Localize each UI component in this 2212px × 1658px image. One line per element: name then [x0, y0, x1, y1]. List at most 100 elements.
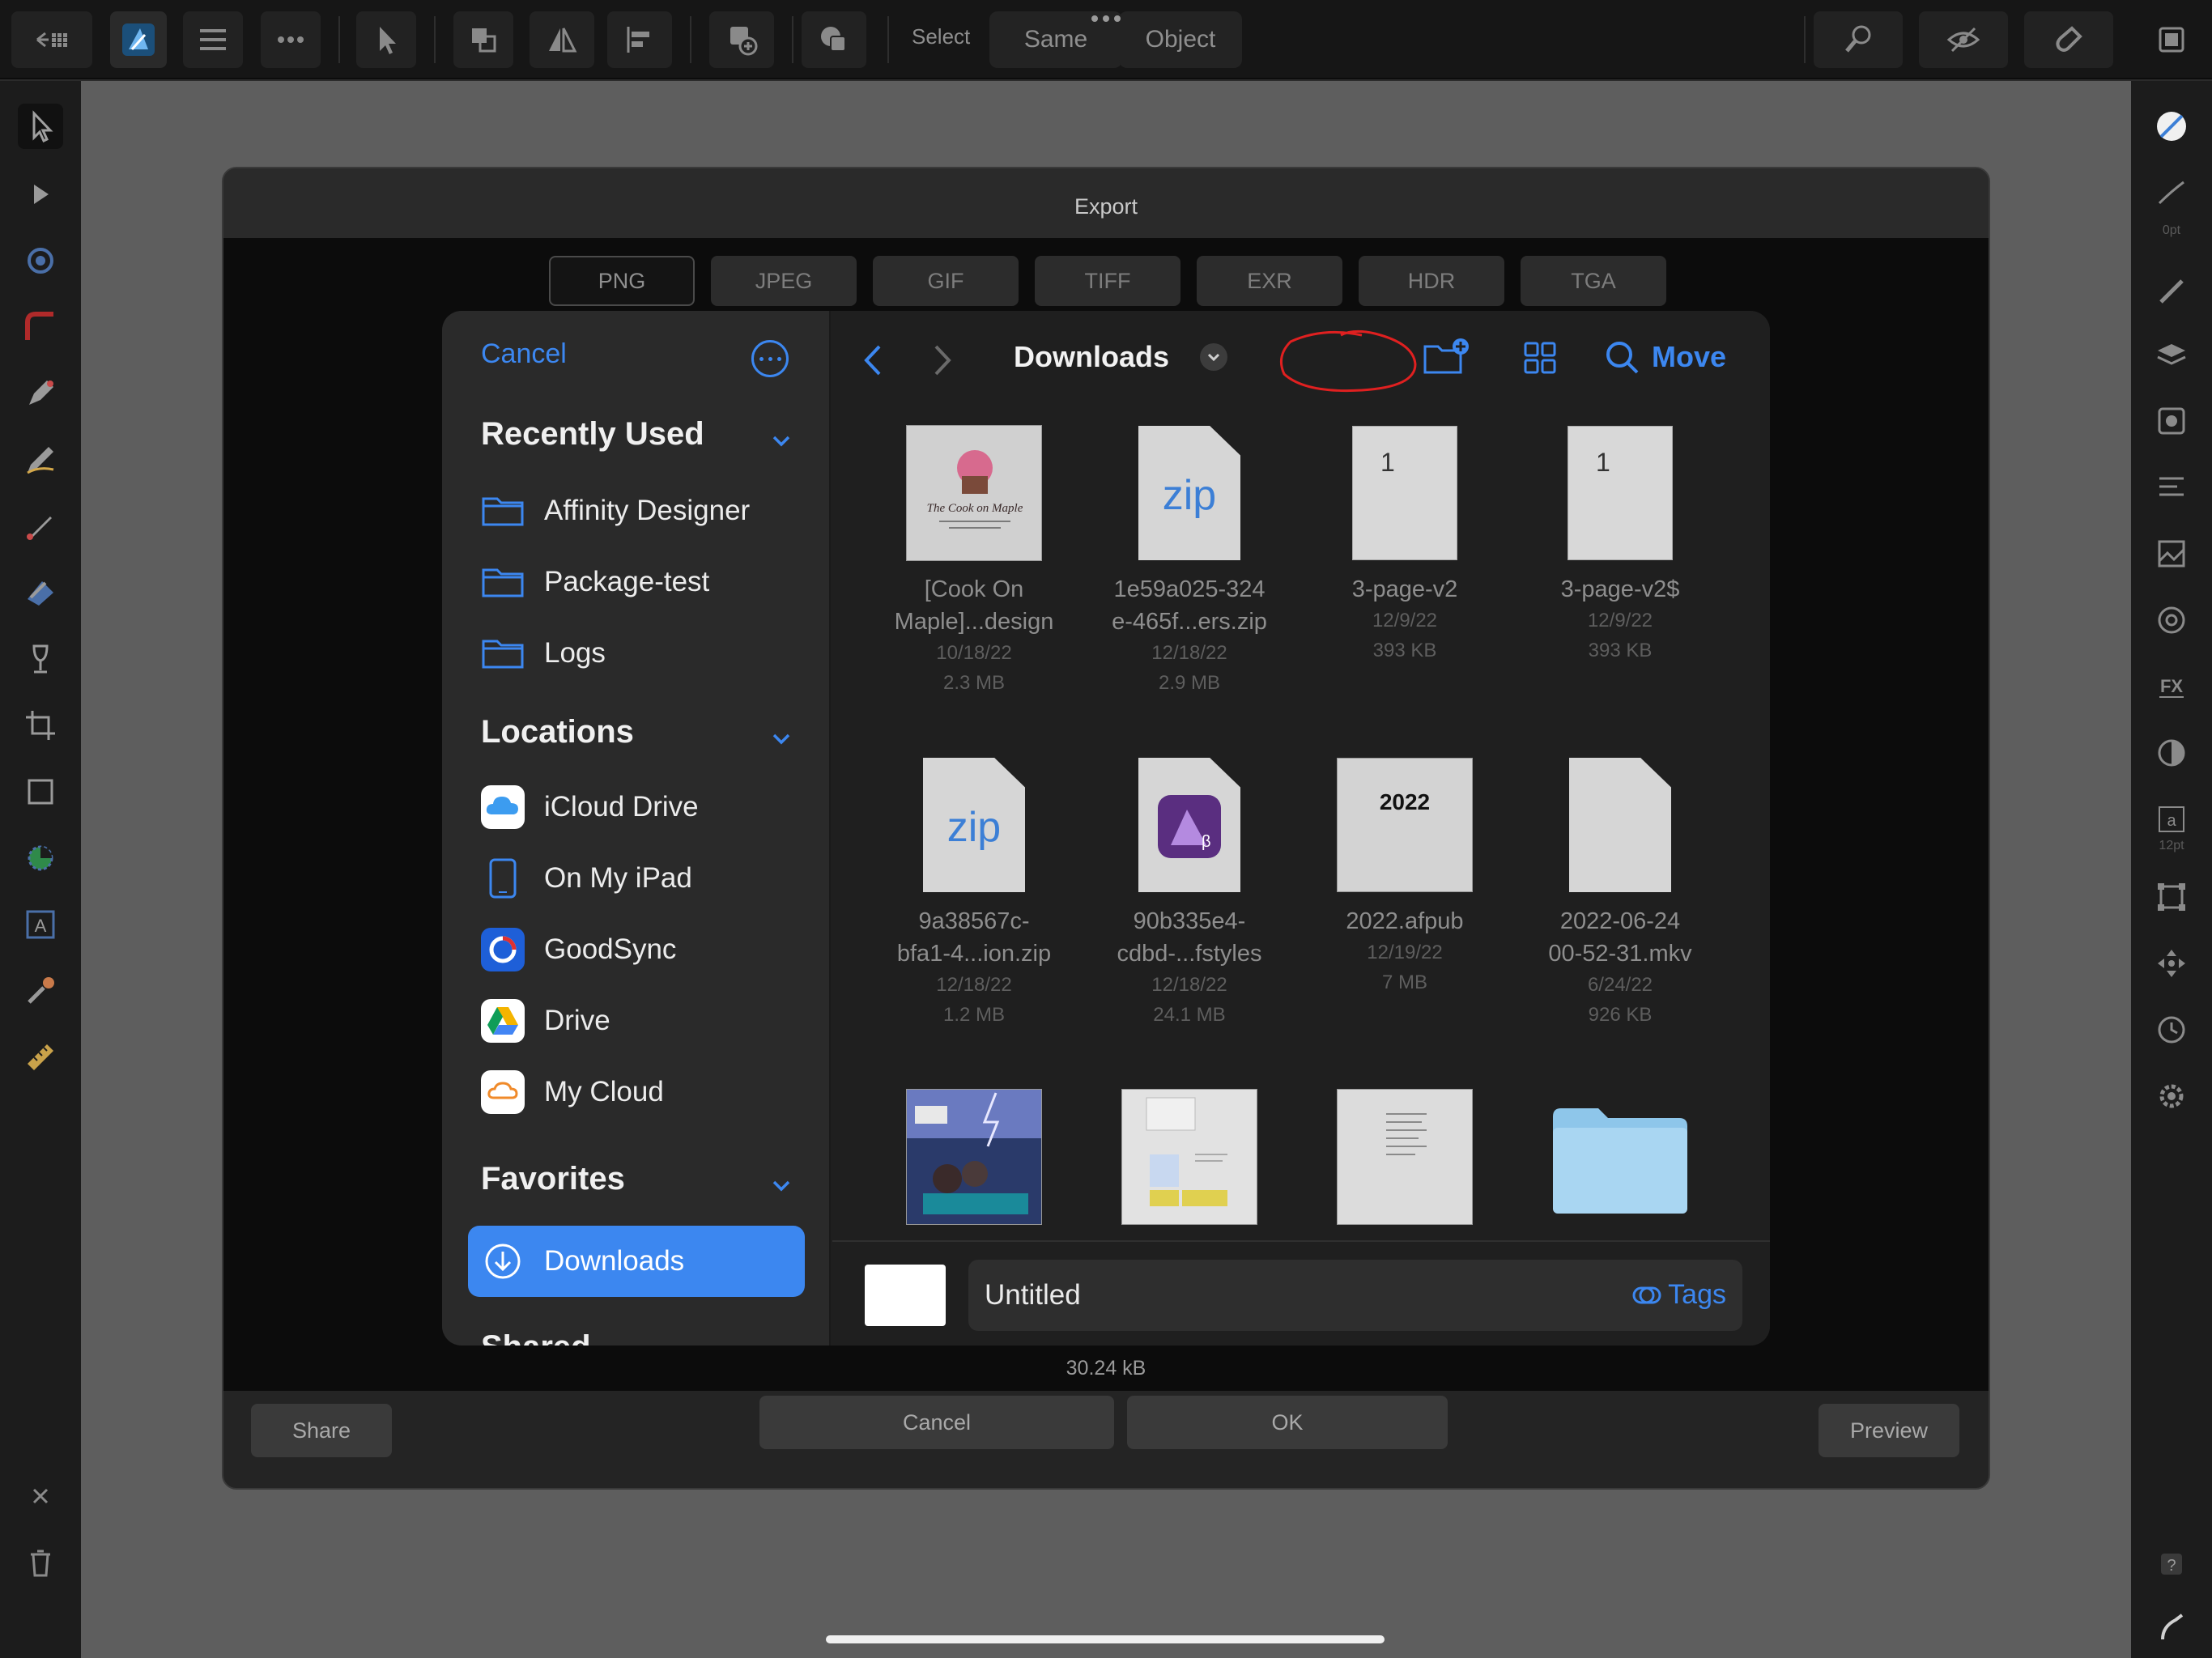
effects-studio-button[interactable] — [2150, 400, 2193, 442]
format-tab-exr[interactable]: EXR — [1197, 256, 1342, 306]
settings-studio-button[interactable] — [2150, 1075, 2193, 1117]
back-to-gallery-button[interactable] — [11, 11, 92, 68]
more-options-button[interactable] — [751, 340, 789, 377]
vector-brush-tool[interactable] — [18, 504, 63, 549]
file-item[interactable] — [1088, 1088, 1291, 1226]
file-item[interactable] — [1304, 1088, 1506, 1226]
navigator-studio-button[interactable] — [2150, 942, 2193, 984]
symbols-studio-button[interactable] — [2150, 599, 2193, 641]
add-shape-button[interactable] — [709, 11, 774, 68]
pen-tool[interactable] — [18, 371, 63, 416]
view-tool-button[interactable] — [1814, 11, 1903, 68]
picker-cancel-button[interactable]: Cancel — [481, 338, 567, 370]
search-button[interactable] — [1597, 332, 1648, 384]
file-item[interactable]: β 90b335e4- cdbd-...fstyles 12/18/22 24.1… — [1088, 756, 1291, 1030]
fx-studio-button[interactable]: FX — [2150, 664, 2193, 706]
location-menu-button[interactable] — [1200, 343, 1227, 371]
designer-persona-button[interactable] — [110, 11, 167, 68]
sidebar-item-logs[interactable]: Logs — [481, 625, 821, 682]
back-chevron-icon[interactable] — [857, 340, 889, 380]
history-studio-button[interactable] — [2150, 1009, 2193, 1051]
share-button[interactable]: Share — [251, 1404, 392, 1457]
fill-tool[interactable] — [18, 570, 63, 615]
sidebar-item-downloads[interactable]: Downloads — [468, 1226, 805, 1297]
snapping-button[interactable] — [2024, 11, 2113, 68]
recently-used-header[interactable]: Recently Used — [481, 416, 704, 453]
flip-button[interactable] — [530, 11, 594, 68]
view-mode-button[interactable] — [1919, 11, 2008, 68]
move-tool[interactable] — [18, 104, 63, 149]
node-tool[interactable] — [18, 172, 63, 217]
brushes-studio-button[interactable] — [2150, 270, 2193, 312]
move-button[interactable]: Move — [1652, 340, 1726, 374]
character-studio-button[interactable]: a — [2150, 798, 2193, 840]
brush-vector-tool[interactable] — [18, 304, 63, 350]
chevron-down-icon[interactable] — [769, 727, 793, 751]
format-tab-tga[interactable]: TGA — [1521, 256, 1666, 306]
select-object-button[interactable]: Object — [1119, 11, 1242, 68]
format-tab-gif[interactable]: GIF — [873, 256, 1019, 306]
text-styles-studio-button[interactable] — [2150, 466, 2193, 508]
format-tab-jpeg[interactable]: JPEG — [711, 256, 857, 306]
rectangle-tool[interactable] — [18, 769, 63, 814]
toolbar-handle[interactable] — [1090, 13, 1122, 23]
file-item[interactable]: The Cook on Maple [Cook On Maple]...desig… — [873, 424, 1075, 698]
color-picker-tool[interactable] — [18, 968, 63, 1014]
shared-header[interactable]: Shared — [481, 1329, 591, 1346]
boolean-button[interactable] — [802, 11, 866, 68]
menu-button[interactable] — [183, 11, 243, 68]
hand-tool-button[interactable] — [2150, 1606, 2193, 1648]
file-item[interactable]: 1 3-page-v2 12/9/22 393 KB — [1304, 424, 1506, 665]
home-indicator[interactable] — [826, 1635, 1385, 1643]
current-location-title[interactable]: Downloads — [1014, 340, 1169, 374]
arrange-button[interactable] — [453, 11, 513, 68]
crop-tool[interactable] — [18, 703, 63, 748]
preview-button[interactable]: Preview — [1819, 1404, 1959, 1457]
format-tab-tiff[interactable]: TIFF — [1035, 256, 1180, 306]
sidebar-item-package-test[interactable]: Package-test — [481, 554, 821, 610]
assets-studio-button[interactable] — [2150, 533, 2193, 575]
chevron-down-icon[interactable] — [769, 429, 793, 453]
stroke-studio-button[interactable] — [2150, 172, 2193, 214]
sidebar-item-drive[interactable]: Drive — [481, 993, 821, 1049]
file-item[interactable]: zip 9a38567c-bfa1-4...ion.zip 12/18/22 1… — [873, 756, 1075, 1030]
layers-studio-button[interactable] — [2150, 335, 2193, 377]
tags-button[interactable]: Tags — [1632, 1279, 1726, 1311]
file-item[interactable]: 2022 2022.afpub 12/19/22 7 MB — [1304, 756, 1506, 997]
file-item[interactable] — [873, 1088, 1075, 1226]
color-studio-button[interactable] — [2150, 105, 2193, 147]
new-folder-button[interactable] — [1420, 332, 1472, 384]
folder-item[interactable] — [1519, 1088, 1721, 1226]
export-cancel-button[interactable]: Cancel — [759, 1396, 1114, 1449]
measure-tool[interactable] — [18, 1035, 63, 1080]
locations-header[interactable]: Locations — [481, 714, 634, 750]
file-item[interactable]: 1 3-page-v2$ 12/9/22 393 KB — [1519, 424, 1721, 665]
forward-chevron-icon[interactable] — [926, 340, 959, 380]
adjustments-studio-button[interactable] — [2150, 732, 2193, 774]
delete-button[interactable] — [18, 1540, 63, 1585]
studio-toggle-button[interactable] — [2147, 11, 2196, 68]
format-tab-png[interactable]: PNG — [549, 256, 695, 306]
move-tool-button[interactable] — [356, 11, 416, 68]
close-context-button[interactable] — [18, 1473, 63, 1519]
help-button[interactable]: ? — [2150, 1543, 2193, 1585]
sidebar-item-affinity-designer[interactable]: Affinity Designer — [481, 483, 821, 539]
filename-field[interactable]: Untitled Tags — [968, 1260, 1742, 1331]
file-item[interactable]: zip 1e59a025-324 e-465f...ers.zip 12/18/2… — [1088, 424, 1291, 698]
favorites-header[interactable]: Favorites — [481, 1161, 625, 1197]
more-button[interactable] — [261, 11, 321, 68]
pencil-tool[interactable] — [18, 437, 63, 483]
corner-tool[interactable] — [18, 238, 63, 283]
chevron-down-icon[interactable] — [769, 1174, 793, 1198]
align-button[interactable] — [607, 11, 672, 68]
format-tab-hdr[interactable]: HDR — [1359, 256, 1504, 306]
sidebar-item-my-cloud[interactable]: My Cloud — [481, 1064, 821, 1120]
view-options-button[interactable] — [1514, 332, 1566, 384]
shape-tool[interactable] — [18, 835, 63, 881]
sidebar-item-icloud-drive[interactable]: iCloud Drive — [481, 779, 821, 835]
file-item[interactable]: 2022-06-24 00-52-31.mkv 6/24/22 926 KB — [1519, 756, 1721, 1030]
transform-studio-button[interactable] — [2150, 876, 2193, 918]
transparency-tool[interactable] — [18, 636, 63, 682]
text-tool[interactable]: A — [18, 902, 63, 947]
sidebar-item-goodsync[interactable]: GoodSync — [481, 921, 821, 978]
